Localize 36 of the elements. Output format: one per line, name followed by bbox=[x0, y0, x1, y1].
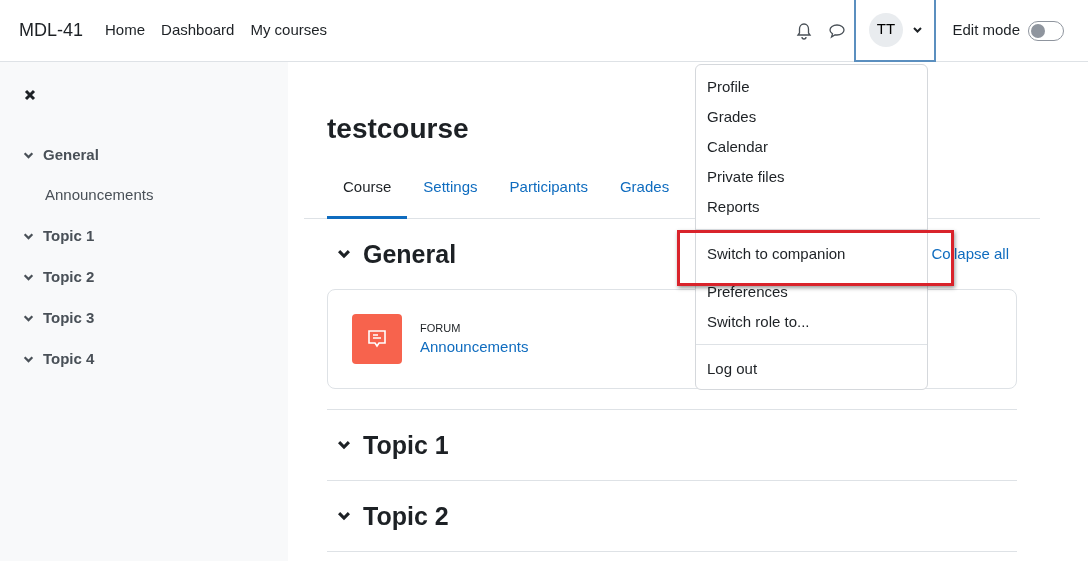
section-title: Topic 2 bbox=[363, 501, 449, 532]
section-link[interactable]: Topic 1 bbox=[43, 224, 95, 248]
section-link[interactable]: Topic 3 bbox=[43, 306, 95, 330]
menu-item[interactable]: Switch role to... bbox=[696, 306, 927, 336]
section-link[interactable]: Topic 2 bbox=[43, 265, 95, 289]
menu-item[interactable]: Grades bbox=[696, 101, 927, 131]
menu-item[interactable]: Private files bbox=[696, 161, 927, 191]
forum-icon bbox=[352, 314, 402, 365]
activity-link[interactable]: Announcements bbox=[45, 184, 154, 207]
section-title: Topic 1 bbox=[363, 430, 449, 461]
site-name[interactable]: MDL-41 bbox=[19, 17, 84, 44]
section-link[interactable]: General bbox=[43, 143, 99, 167]
section-link[interactable]: Topic 4 bbox=[43, 347, 95, 371]
course-tab[interactable]: Course bbox=[327, 169, 408, 220]
menu-item[interactable]: Preferences bbox=[696, 276, 927, 306]
course-tab[interactable]: Participants bbox=[493, 169, 604, 220]
caret-icon bbox=[912, 26, 922, 33]
menu-item[interactable]: Switch to companion bbox=[696, 238, 927, 268]
close-icon[interactable] bbox=[24, 89, 36, 102]
activity-type: FORUM bbox=[420, 320, 462, 336]
course-title: testcourse bbox=[327, 112, 469, 146]
bell-icon[interactable] bbox=[796, 21, 813, 40]
nav-link[interactable]: My courses bbox=[250, 19, 328, 42]
menu-item[interactable]: Profile bbox=[696, 71, 927, 101]
menu-item[interactable]: Log out bbox=[696, 353, 927, 383]
user-menu-button[interactable]: TT bbox=[854, 0, 937, 62]
section-title: General bbox=[363, 239, 457, 270]
nav-link[interactable]: Dashboard bbox=[161, 19, 235, 42]
course-tab[interactable]: Grades bbox=[603, 169, 686, 220]
menu-item[interactable]: Reports bbox=[696, 191, 927, 221]
edit-mode-label: Edit mode bbox=[952, 20, 1020, 41]
course-tab[interactable]: Settings bbox=[407, 169, 494, 220]
activity-link[interactable]: Announcements bbox=[420, 338, 529, 356]
nav-link[interactable]: Home bbox=[105, 19, 146, 42]
chat-icon[interactable] bbox=[828, 22, 847, 39]
menu-item[interactable]: Calendar bbox=[696, 131, 927, 161]
